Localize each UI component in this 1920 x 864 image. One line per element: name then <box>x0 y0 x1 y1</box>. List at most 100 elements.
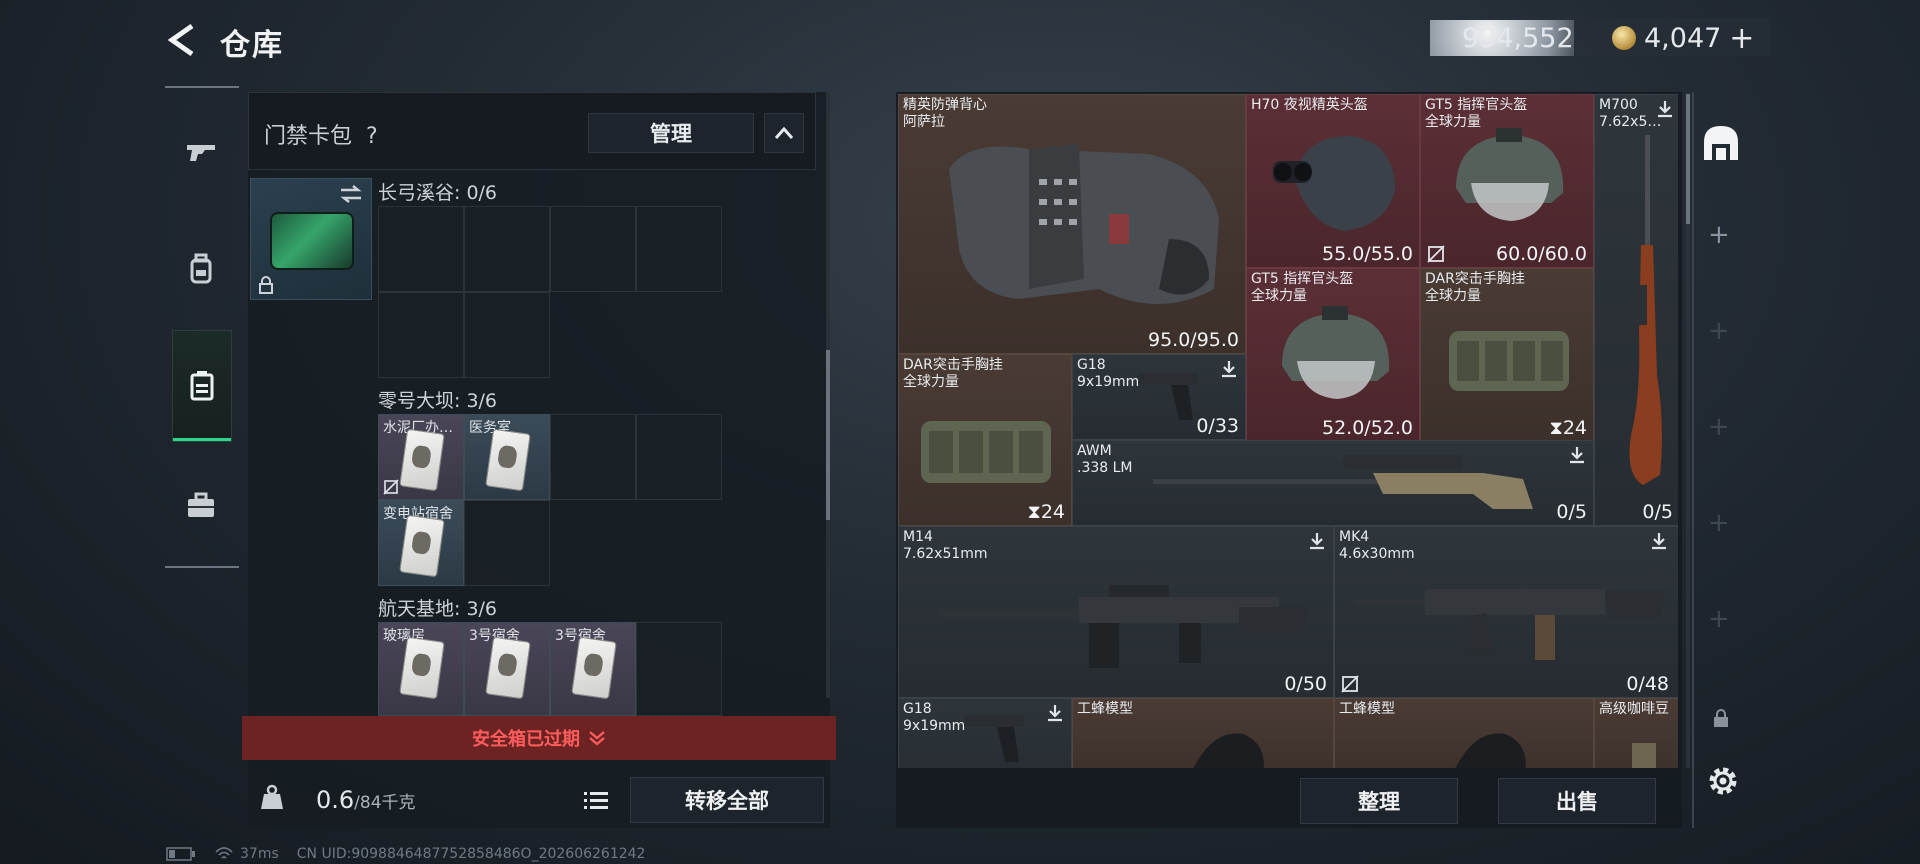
no-insurance-icon <box>1341 675 1359 693</box>
briefcase-icon <box>188 492 214 517</box>
rail-divider-top <box>165 86 239 88</box>
card-slot[interactable] <box>550 414 636 500</box>
card-slot[interactable] <box>636 206 722 292</box>
armor-vest-image <box>949 144 1219 304</box>
stack-count: ⧗24 <box>1549 417 1587 439</box>
pistol-image <box>964 715 1024 762</box>
download-icon[interactable] <box>1655 99 1675 119</box>
keycard-image <box>571 636 617 700</box>
settings-gear-icon[interactable] <box>1704 762 1742 800</box>
manage-button[interactable]: 管理 <box>588 113 754 153</box>
stash-item-smg[interactable]: MK4 4.6x30mm 0/48 <box>1334 526 1678 698</box>
pistol-image <box>1138 373 1198 420</box>
stash-scrollbar-thumb[interactable] <box>1686 94 1690 224</box>
stash-item-helmet[interactable]: GT5 指挥官头盔 全球力量 52.0/52.0 <box>1246 268 1420 442</box>
swap-icon[interactable] <box>338 184 364 204</box>
keycard-item[interactable]: 3号宿舍 <box>464 622 550 716</box>
card-slot[interactable] <box>378 206 464 292</box>
keycard-item[interactable]: 玻璃房 <box>378 622 464 716</box>
stash-item-collectible[interactable]: 工蜂模型 <box>1072 698 1334 768</box>
smg-image <box>1355 589 1665 660</box>
tactical-helmet-image <box>1282 306 1390 399</box>
stash-grid: 精英防弹背心 阿萨拉 95.0/95.0 H70 夜视精英头盔 55.0/55.… <box>898 94 1678 768</box>
gold-coin-icon <box>1612 26 1636 50</box>
sell-button[interactable]: 出售 <box>1498 778 1656 824</box>
zone-title-1: 长弓溪谷: 0/6 <box>378 182 498 204</box>
chevron-up-icon <box>774 126 794 139</box>
rail-keycard-tab[interactable] <box>172 330 232 442</box>
drone-model-image <box>1193 733 1264 768</box>
locked-stash-tab: + <box>1708 508 1730 538</box>
stash-item-pistol[interactable]: G18 9x19mm 0/33 <box>1072 354 1246 440</box>
list-view-button[interactable] <box>576 780 616 820</box>
card-slot[interactable] <box>636 622 722 716</box>
stash-item-chest-rig[interactable]: DAR突击手胸挂 全球力量 ⧗24 <box>1420 268 1594 442</box>
keycard-item[interactable]: 水泥厂办… <box>378 414 464 500</box>
card-slot[interactable] <box>464 500 550 586</box>
stash-item-collectible[interactable]: 工蜂模型 <box>1334 698 1594 768</box>
wifi-icon <box>215 847 233 859</box>
card-slot[interactable] <box>464 292 550 378</box>
collapse-button[interactable] <box>764 113 804 153</box>
stash-item-chest-rig[interactable]: DAR突击手胸挂 全球力量 ⧗24 <box>898 354 1072 526</box>
transfer-all-button[interactable]: 转移全部 <box>630 777 824 823</box>
sniper-rifle-image <box>1153 455 1533 509</box>
add-stash-tab-button[interactable]: + <box>1708 220 1730 250</box>
stash-item-helmet[interactable]: GT5 指挥官头盔 全球力量 60.0/60.0 <box>1420 94 1594 268</box>
weight-lock-button[interactable] <box>250 776 294 820</box>
weight-icon <box>261 784 283 809</box>
list-icon <box>584 792 608 809</box>
keycard-item[interactable]: 3号宿舍 <box>550 622 636 716</box>
locked-stash-tab: + <box>1708 412 1730 442</box>
chest-rig-image <box>921 421 1051 483</box>
card-slot[interactable] <box>378 292 464 378</box>
rail-equipment-tab[interactable] <box>172 240 230 298</box>
bolt-rifle-image <box>1629 135 1662 485</box>
keycard-box-icon <box>190 371 214 401</box>
stash-item-rifle[interactable]: M700 7.62x5… 0/5 <box>1594 94 1678 526</box>
tidy-button[interactable]: 整理 <box>1300 778 1458 824</box>
double-chevron-down-icon <box>589 731 605 746</box>
help-icon[interactable]: ? <box>366 124 378 149</box>
stack-count: ⧗24 <box>1027 501 1065 523</box>
stash-item-vest[interactable]: 精英防弹背心 阿萨拉 95.0/95.0 <box>898 94 1246 354</box>
drone-model-image <box>1455 733 1526 768</box>
helmet-nvg-image <box>1273 136 1395 231</box>
card-slot[interactable] <box>636 414 722 500</box>
rail-weapons-tab[interactable] <box>172 122 230 180</box>
rail-briefcase-tab[interactable] <box>172 476 230 534</box>
download-icon[interactable] <box>1045 703 1065 723</box>
download-icon[interactable] <box>1567 445 1587 465</box>
card-slot[interactable] <box>550 206 636 292</box>
gold-add-button[interactable]: + <box>1729 21 1754 56</box>
keycard-image <box>399 514 445 578</box>
gold-amount: 4,047 <box>1644 22 1722 54</box>
left-scrollbar-thumb[interactable] <box>826 350 830 520</box>
status-bar: 37ms CN UID:9098846487752858486O_2026062… <box>166 846 645 862</box>
stash-item-sniper[interactable]: AWM .338 LM 0/5 <box>1072 440 1594 526</box>
silver-amount: 994,552 <box>1462 22 1574 54</box>
keycard-item[interactable]: 医务室 <box>464 414 550 500</box>
stash-item-helmet[interactable]: H70 夜视精英头盔 55.0/55.0 <box>1246 94 1420 268</box>
stash-item-rifle[interactable]: M14 7.62x51mm 0/50 <box>898 526 1334 698</box>
lock-icon <box>259 276 273 294</box>
zone-title-3: 航天基地: 3/6 <box>378 598 498 620</box>
battery-icon <box>166 847 195 861</box>
stash-item-pistol[interactable]: G18 9x19mm <box>898 698 1072 768</box>
gold-currency[interactable]: 4,047 + <box>1612 20 1754 56</box>
zone-title-2: 零号大坝: 3/6 <box>378 390 498 412</box>
back-arrow-icon[interactable] <box>164 22 200 58</box>
coffee-bag-image <box>1632 743 1656 768</box>
stash-item-collectible[interactable]: 高级咖啡豆 <box>1594 698 1678 768</box>
side-rail-divider <box>1692 92 1694 828</box>
download-icon[interactable] <box>1649 531 1669 551</box>
tactical-helmet-image <box>1456 128 1564 221</box>
backpack-icon <box>190 253 212 284</box>
download-icon[interactable] <box>1219 359 1239 379</box>
safebox-expired-banner[interactable]: 安全箱已过期 <box>242 716 836 760</box>
helmet-icon[interactable] <box>1698 120 1744 166</box>
card-slot[interactable] <box>464 206 550 292</box>
user-uid: CN UID:9098846487752858486O_202606261242 <box>296 846 646 862</box>
keycard-item[interactable]: 变电站宿舍 <box>378 500 464 586</box>
download-icon[interactable] <box>1307 531 1327 551</box>
